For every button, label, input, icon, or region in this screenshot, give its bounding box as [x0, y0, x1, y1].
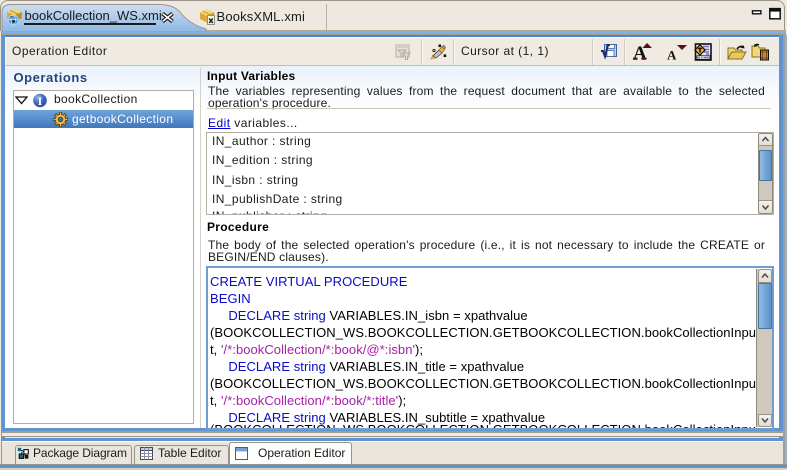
svg-text:I: I: [38, 96, 43, 108]
svg-text:A: A: [667, 48, 677, 62]
